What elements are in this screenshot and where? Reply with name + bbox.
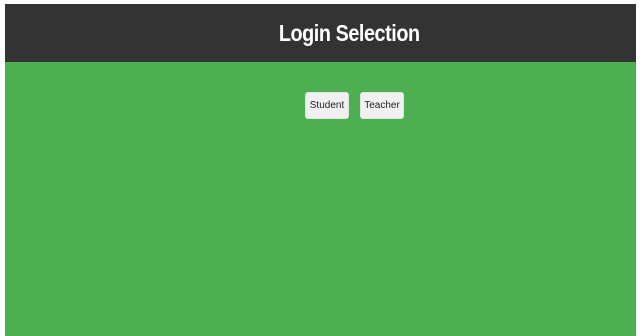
- student-login-button[interactable]: Student: [305, 92, 349, 119]
- login-options: Student Teacher: [305, 92, 404, 119]
- teacher-login-button[interactable]: Teacher: [360, 92, 404, 119]
- page-header: Login Selection: [5, 4, 636, 62]
- page-title: Login Selection: [278, 19, 420, 46]
- page-body: Login Selection Student Teacher: [5, 4, 636, 336]
